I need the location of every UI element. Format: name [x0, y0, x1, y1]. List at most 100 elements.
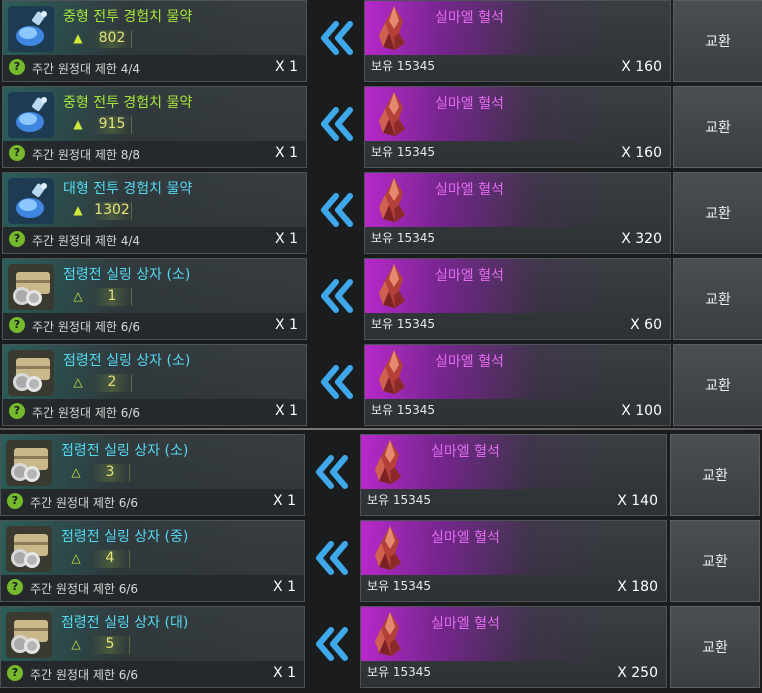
owned-amount: 보유 15345 [371, 317, 436, 331]
helmet-icon: ▲ [73, 203, 83, 217]
exchange-button[interactable]: 교환 [673, 258, 762, 340]
reward-limit-bar: ? 주간 원정대 제한 4/4 X 1 [3, 227, 306, 253]
cost-quantity: X 100 [621, 403, 662, 419]
reward-level-value: 3 [91, 464, 130, 482]
bloodstone-icon [365, 609, 415, 659]
reward-limit-bar: ? 주간 원정대 제한 6/6 X 1 [3, 399, 306, 425]
potion-icon [6, 176, 56, 226]
reward-limit-bar: ? 주간 원정대 제한 8/8 X 1 [3, 141, 306, 167]
help-icon[interactable]: ? [9, 317, 25, 333]
cost-item-panel[interactable]: 실마엘 혈석 보유 15345 X 250 [360, 606, 667, 688]
exchange-row: 중형 전투 경험치 물약 ▲ 915 ? 주간 원정대 제한 8/8 X 1 실… [0, 86, 762, 168]
cost-quantity: X 160 [621, 145, 662, 161]
flask-icon: △ [71, 637, 81, 651]
double-chevron-left-icon [318, 106, 356, 142]
flask-icon: △ [73, 289, 83, 303]
cost-item-panel[interactable]: 실마엘 혈석 보유 15345 X 160 [364, 86, 671, 168]
bloodstone-icon [369, 175, 419, 225]
cost-quantity: X 320 [621, 231, 662, 247]
reward-item-name: 점령전 실링 상자 (소) [61, 443, 189, 459]
reward-item-panel[interactable]: 점령전 실링 상자 (소) △ 2 ? 주간 원정대 제한 6/6 X 1 [2, 344, 307, 426]
reward-quantity: X 1 [275, 59, 298, 75]
exchange-button[interactable]: 교환 [673, 0, 762, 82]
bloodstone-icon [365, 523, 415, 573]
exchange-button[interactable]: 교환 [673, 172, 762, 254]
bloodstone-icon [369, 347, 419, 397]
exchange-row: 점령전 실링 상자 (소) △ 1 ? 주간 원정대 제한 6/6 X 1 실마… [0, 258, 762, 340]
weekly-limit-text: 주간 원정대 제한 6/6 [30, 582, 139, 596]
reward-item-panel[interactable]: 점령전 실링 상자 (소) △ 1 ? 주간 원정대 제한 6/6 X 1 [2, 258, 307, 340]
reward-item-panel[interactable]: 점령전 실링 상자 (대) △ 5 ? 주간 원정대 제한 6/6 X 1 [0, 606, 305, 688]
reward-item-panel[interactable]: 중형 전투 경험치 물약 ▲ 802 ? 주간 원정대 제한 4/4 X 1 [2, 0, 307, 82]
cost-item-name: 실마엘 혈석 [435, 96, 504, 112]
exchange-button[interactable]: 교환 [673, 86, 762, 168]
help-icon[interactable]: ? [9, 59, 25, 75]
reward-item-header: 점령전 실링 상자 (소) △ 2 [3, 345, 306, 399]
cost-quantity: X 180 [617, 579, 658, 595]
flask-icon: △ [73, 375, 83, 389]
cost-item-header: 실마엘 혈석 [365, 1, 670, 55]
exchange-row: 점령전 실링 상자 (대) △ 5 ? 주간 원정대 제한 6/6 X 1 실마… [0, 606, 762, 688]
reward-item-name: 중형 전투 경험치 물약 [63, 95, 193, 111]
double-chevron-left-icon [313, 626, 351, 662]
exchange-button[interactable]: 교환 [670, 606, 760, 688]
owned-amount: 보유 15345 [371, 231, 436, 245]
help-icon[interactable]: ? [7, 665, 23, 681]
reward-item-panel[interactable]: 점령전 실링 상자 (중) △ 4 ? 주간 원정대 제한 6/6 X 1 [0, 520, 305, 602]
reward-item-name: 점령전 실링 상자 (소) [63, 267, 191, 283]
exchange-button[interactable]: 교환 [673, 344, 762, 426]
owned-amount: 보유 15345 [367, 579, 432, 593]
reward-item-name: 점령전 실링 상자 (소) [63, 353, 191, 369]
cost-quantity: X 160 [621, 59, 662, 75]
exchange-button[interactable]: 교환 [670, 434, 760, 516]
cost-item-header: 실마엘 혈석 [361, 521, 666, 575]
chest-icon [6, 262, 56, 312]
double-chevron-left-icon [318, 20, 356, 56]
exchange-row: 점령전 실링 상자 (소) △ 3 ? 주간 원정대 제한 6/6 X 1 실마… [0, 434, 762, 516]
cost-item-panel[interactable]: 실마엘 혈석 보유 15345 X 100 [364, 344, 671, 426]
reward-item-header: 점령전 실링 상자 (소) △ 1 [3, 259, 306, 313]
help-icon[interactable]: ? [9, 403, 25, 419]
owned-amount: 보유 15345 [371, 403, 436, 417]
weekly-limit-text: 주간 원정대 제한 6/6 [32, 320, 141, 334]
cost-item-panel[interactable]: 실마엘 혈석 보유 15345 X 60 [364, 258, 671, 340]
cost-item-panel[interactable]: 실마엘 혈석 보유 15345 X 180 [360, 520, 667, 602]
cost-quantity: X 140 [617, 493, 658, 509]
help-icon[interactable]: ? [7, 579, 23, 595]
help-icon[interactable]: ? [9, 231, 25, 247]
reward-quantity: X 1 [273, 665, 296, 681]
potion-icon [6, 90, 56, 140]
reward-level-value: 5 [91, 636, 130, 654]
reward-item-panel[interactable]: 대형 전투 경험치 물약 ▲ 1302 ? 주간 원정대 제한 4/4 X 1 [2, 172, 307, 254]
reward-quantity: X 1 [275, 145, 298, 161]
potion-icon [6, 4, 56, 54]
cost-item-name: 실마엘 혈석 [435, 354, 504, 370]
bloodstone-icon [365, 437, 415, 487]
cost-item-header: 실마엘 혈석 [365, 87, 670, 141]
exchange-button[interactable]: 교환 [670, 520, 760, 602]
reward-item-header: 점령전 실링 상자 (소) △ 3 [1, 435, 304, 489]
cost-quantity: X 60 [630, 317, 662, 333]
chest-icon [6, 348, 56, 398]
cost-item-panel[interactable]: 실마엘 혈석 보유 15345 X 320 [364, 172, 671, 254]
cost-item-header: 실마엘 혈석 [361, 607, 666, 661]
reward-limit-bar: ? 주간 원정대 제한 6/6 X 1 [1, 661, 304, 687]
cost-item-header: 실마엘 혈석 [365, 345, 670, 399]
bloodstone-icon [369, 89, 419, 139]
cost-item-header: 실마엘 혈석 [361, 435, 666, 489]
help-icon[interactable]: ? [7, 493, 23, 509]
reward-quantity: X 1 [275, 403, 298, 419]
double-chevron-left-icon [318, 192, 356, 228]
reward-item-header: 점령전 실링 상자 (대) △ 5 [1, 607, 304, 661]
reward-item-panel[interactable]: 중형 전투 경험치 물약 ▲ 915 ? 주간 원정대 제한 8/8 X 1 [2, 86, 307, 168]
reward-quantity: X 1 [275, 317, 298, 333]
cost-item-name: 실마엘 혈석 [431, 444, 500, 460]
reward-item-name: 점령전 실링 상자 (대) [61, 615, 189, 631]
reward-item-panel[interactable]: 점령전 실링 상자 (소) △ 3 ? 주간 원정대 제한 6/6 X 1 [0, 434, 305, 516]
cost-item-header: 실마엘 혈석 [365, 259, 670, 313]
cost-item-name: 실마엘 혈석 [431, 530, 500, 546]
help-icon[interactable]: ? [9, 145, 25, 161]
cost-item-panel[interactable]: 실마엘 혈석 보유 15345 X 140 [360, 434, 667, 516]
cost-item-panel[interactable]: 실마엘 혈석 보유 15345 X 160 [364, 0, 671, 82]
reward-item-name: 점령전 실링 상자 (중) [61, 529, 189, 545]
